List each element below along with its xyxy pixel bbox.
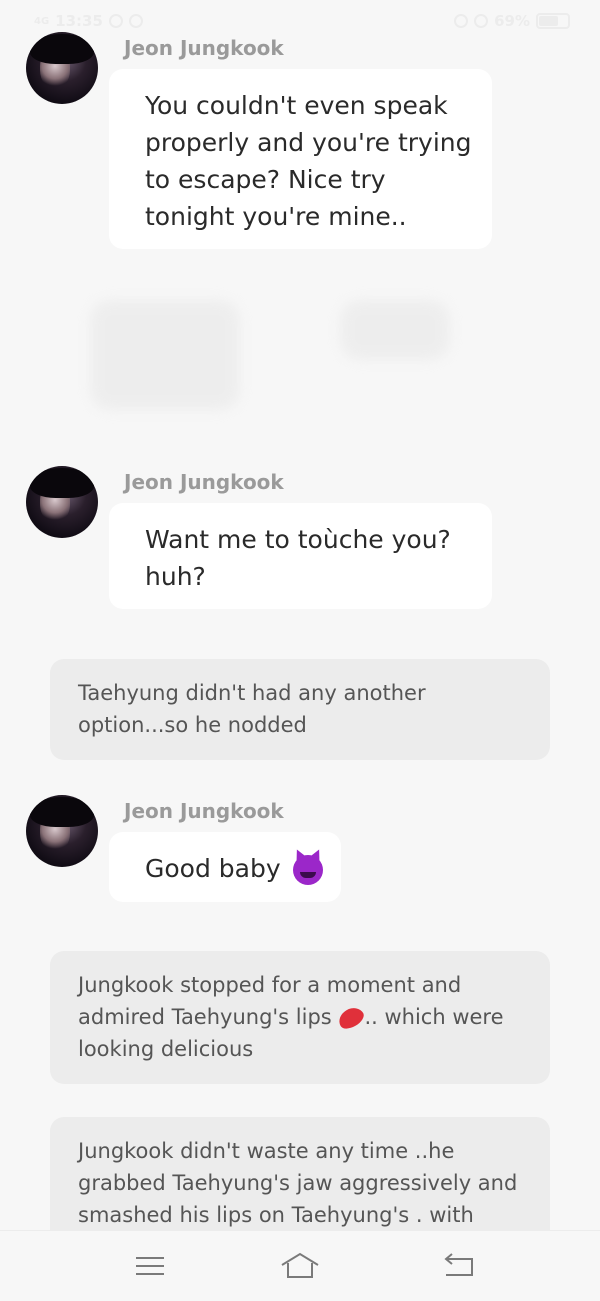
narration-text: admired Taehyung's lips: [78, 1005, 332, 1029]
sender-name: Jeon Jungkook: [124, 799, 284, 823]
narration-line: Jungkook didn't waste any time ..he: [78, 1139, 455, 1163]
network-indicator: 4G: [34, 15, 50, 27]
blurred-artifact: [340, 300, 450, 360]
narration-line: option...so he nodded: [78, 713, 307, 737]
headphones-icon: [454, 14, 469, 28]
smiling-devil-emoji: [292, 855, 323, 885]
alarm-icon: [474, 14, 489, 28]
notification-icon: [108, 14, 123, 28]
narration-line: Taehyung didn't had any another: [78, 681, 426, 705]
message-bubble[interactable]: Good baby: [109, 832, 341, 902]
avatar[interactable]: [26, 795, 98, 867]
message-line: Good baby: [145, 850, 323, 887]
battery-icon: [536, 13, 570, 29]
narration-card[interactable]: Taehyung didn't had any another option..…: [50, 659, 550, 760]
narration-line: smashed his lips on Taehyung's . with: [78, 1203, 474, 1227]
home-icon[interactable]: [280, 1249, 320, 1283]
avatar[interactable]: [26, 466, 98, 538]
battery-percent: 69%: [494, 12, 530, 30]
status-time: 13:35: [55, 12, 103, 30]
notification-icon-2: [128, 14, 143, 28]
message-bubble[interactable]: You couldn't even speak properly and you…: [109, 69, 492, 249]
menu-icon[interactable]: [130, 1249, 170, 1283]
blurred-artifact: [90, 300, 240, 410]
message-line: tonight you're mine..: [145, 202, 407, 231]
status-left: 4G 13:35: [34, 12, 143, 30]
sender-name: Jeon Jungkook: [124, 36, 284, 60]
narration-line: Jungkook stopped for a moment and: [78, 973, 462, 997]
narration-card[interactable]: Jungkook stopped for a moment and admire…: [50, 951, 550, 1084]
narration-text: .. which were: [364, 1005, 504, 1029]
message-line: to escape? Nice try: [145, 165, 386, 194]
narration-line: looking delicious: [78, 1037, 254, 1061]
status-bar: 4G 13:35 69%: [0, 0, 600, 44]
back-icon[interactable]: [438, 1249, 478, 1283]
message-text: Good baby: [145, 854, 281, 883]
avatar[interactable]: [26, 32, 98, 104]
navigation-bar: [0, 1230, 600, 1301]
message-line: Want me to toùche you?: [145, 525, 451, 554]
kiss-mark-emoji: [335, 1003, 368, 1033]
message-line: huh?: [145, 562, 206, 591]
status-right: 69%: [454, 12, 570, 30]
narration-line: admired Taehyung's lips .. which were: [78, 1001, 522, 1033]
message-line: You couldn't even speak: [145, 91, 448, 120]
sender-name: Jeon Jungkook: [124, 470, 284, 494]
message-bubble[interactable]: Want me to toùche you? huh?: [109, 503, 492, 609]
message-line: properly and you're trying: [145, 128, 472, 157]
narration-line: grabbed Taehyung's jaw aggressively and: [78, 1171, 518, 1195]
